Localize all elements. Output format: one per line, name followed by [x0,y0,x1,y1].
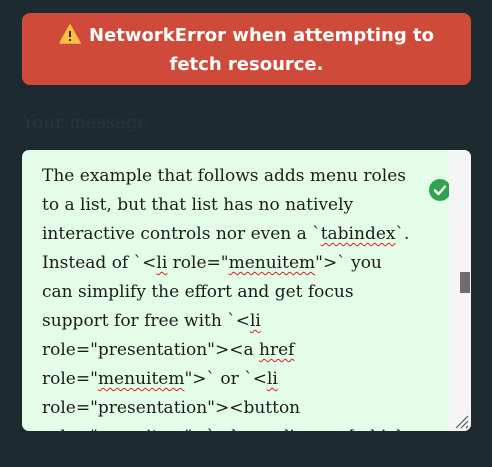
scrollbar-thumb[interactable] [460,272,470,293]
message-textarea[interactable]: The example that follows adds menu roles… [22,150,471,431]
textarea-scrollbar[interactable] [449,150,471,431]
error-message: NetworkError when attempting to fetch re… [89,25,434,75]
misspelled-word: li [266,369,278,389]
misspelled-word: li [156,253,168,273]
misspelled-word: menuitem [97,369,185,389]
misspelled-word: href [259,340,295,360]
message-textarea-content[interactable]: The example that follows adds menu roles… [42,162,412,431]
text-segment: ">` or `< [184,369,267,389]
text-segment: role=" [167,253,229,273]
warning-icon [59,24,81,52]
misspelled-word: tabindex [320,224,396,244]
misspelled-word: menuitem [98,427,185,431]
misspelled-word: menuitem [228,253,316,273]
message-label: Your message [22,112,149,133]
misspelled-word: li [249,311,261,331]
check-circle-icon [429,179,451,201]
error-banner: NetworkError when attempting to fetch re… [22,13,471,85]
resize-handle-icon[interactable] [453,413,469,429]
page: NetworkError when attempting to fetch re… [0,0,492,467]
